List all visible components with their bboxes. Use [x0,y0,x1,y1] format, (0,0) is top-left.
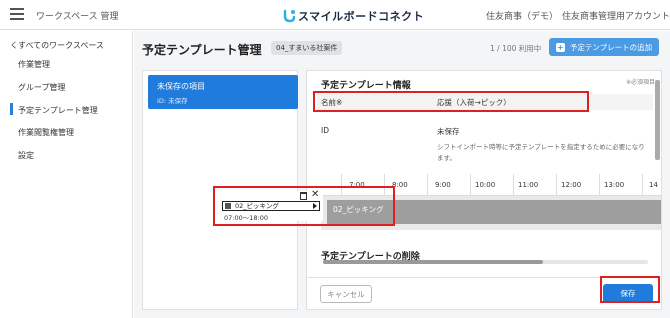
template-list: 未保存の項目 ID: 未保存 [142,70,298,310]
logo-text: スマイルボードコネクト [298,10,425,23]
name-label: 名前※ [321,98,343,107]
back-to-workspaces-link[interactable]: くすべてのワークスペース [10,40,104,51]
name-field-row[interactable]: 名前※ 応援（入荷→ピック） [317,94,653,110]
timeline-header: 7:00 8:00 9:00 10:00 11:00 12:00 13:00 1… [321,174,661,196]
timeline-task-bar[interactable]: 02_ピッキング [327,200,661,224]
list-item-title: 未保存の項目 [157,82,205,91]
sidebar-item-groups[interactable]: グループ管理 [18,82,66,93]
detail-scrollbar[interactable] [655,70,660,270]
logo[interactable]: スマイルボードコネクト [282,5,424,27]
add-template-button[interactable]: + 予定テンプレートの追加 [549,38,659,56]
detail-footer: キャンセル 保存 [307,277,661,309]
timeline-tick: 9:00 [435,181,451,189]
section-title-info: 予定テンプレート情報 [321,81,411,91]
list-item-id: ID: 未保存 [157,97,188,105]
add-template-label: 予定テンプレートの追加 [569,42,653,52]
sidebar-item-settings[interactable]: 設定 [18,150,34,161]
timeline-tick: 11:00 [518,181,539,189]
task-block-time: 07:00〜18:00 [224,214,268,222]
detail-scroll-thumb[interactable] [655,80,660,160]
app-title: ワークスペース 管理 [36,12,119,22]
account-name[interactable]: 住友商事管理用アカウント [562,9,670,22]
id-help-text: シフトインポート時等に予定テンプレートを指定するために必要になります。 [437,143,645,162]
timeline-tick: 7:00 [349,181,365,189]
workspace-tag: 04_すまいる社案件 [271,41,343,55]
list-item[interactable]: 未保存の項目 ID: 未保存 [148,75,298,109]
sidebar-item-work-permissions[interactable]: 作業閲覧権管理 [18,127,74,138]
sidebar-item-templates[interactable]: 予定テンプレート管理 [18,105,98,116]
usage-count: 1 / 100 利用中 [490,44,542,53]
name-input[interactable]: 応援（入荷→ピック） [437,97,511,108]
page-title: 予定テンプレート管理 [142,43,262,57]
sidebar: くすべてのワークスペース 作業管理 グループ管理 予定テンプレート管理 作業閲覧… [0,31,133,318]
timeline-tick: 10:00 [475,181,496,189]
task-block-header[interactable]: 02_ピッキング [222,201,320,211]
close-icon[interactable]: ✕ [311,190,319,200]
play-icon[interactable] [313,203,317,209]
menu-icon[interactable] [10,8,24,20]
cancel-button[interactable]: キャンセル [320,285,372,303]
task-drag-block[interactable]: ✕ 02_ピッキング 07:00〜18:00 [221,190,323,222]
logo-icon [283,9,296,23]
id-value: 未保存 [437,127,460,136]
timeline-tick: 8:00 [392,181,408,189]
main-content: 予定テンプレート管理 04_すまいる社案件 1 / 100 利用中 + 予定テン… [134,31,670,318]
trash-icon[interactable] [300,192,307,200]
task-color-icon [225,203,231,209]
template-detail-panel: 予定テンプレート情報 ※必須項目 名前※ 応援（入荷→ピック） ID 未保存 シ… [306,70,662,310]
top-bar: ワークスペース 管理 スマイルボードコネクト 住友商事（デモ） 住友商事管理用ア… [0,0,670,30]
id-label: ID [321,126,329,135]
task-block-label: 02_ピッキング [235,202,279,210]
active-indicator [10,103,13,115]
sidebar-item-work[interactable]: 作業管理 [18,59,50,70]
required-note: ※必須項目 [625,79,655,86]
timeline-tick: 12:00 [561,181,582,189]
company-name[interactable]: 住友商事（デモ） [486,9,558,22]
timeline-tick: 13:00 [604,181,625,189]
section-title-delete: 予定テンプレートの削除 [321,252,420,262]
schedule-timeline[interactable]: 7:00 8:00 9:00 10:00 11:00 12:00 13:00 1… [321,174,661,230]
save-button[interactable]: 保存 [603,284,653,303]
plus-icon: + [555,42,565,52]
